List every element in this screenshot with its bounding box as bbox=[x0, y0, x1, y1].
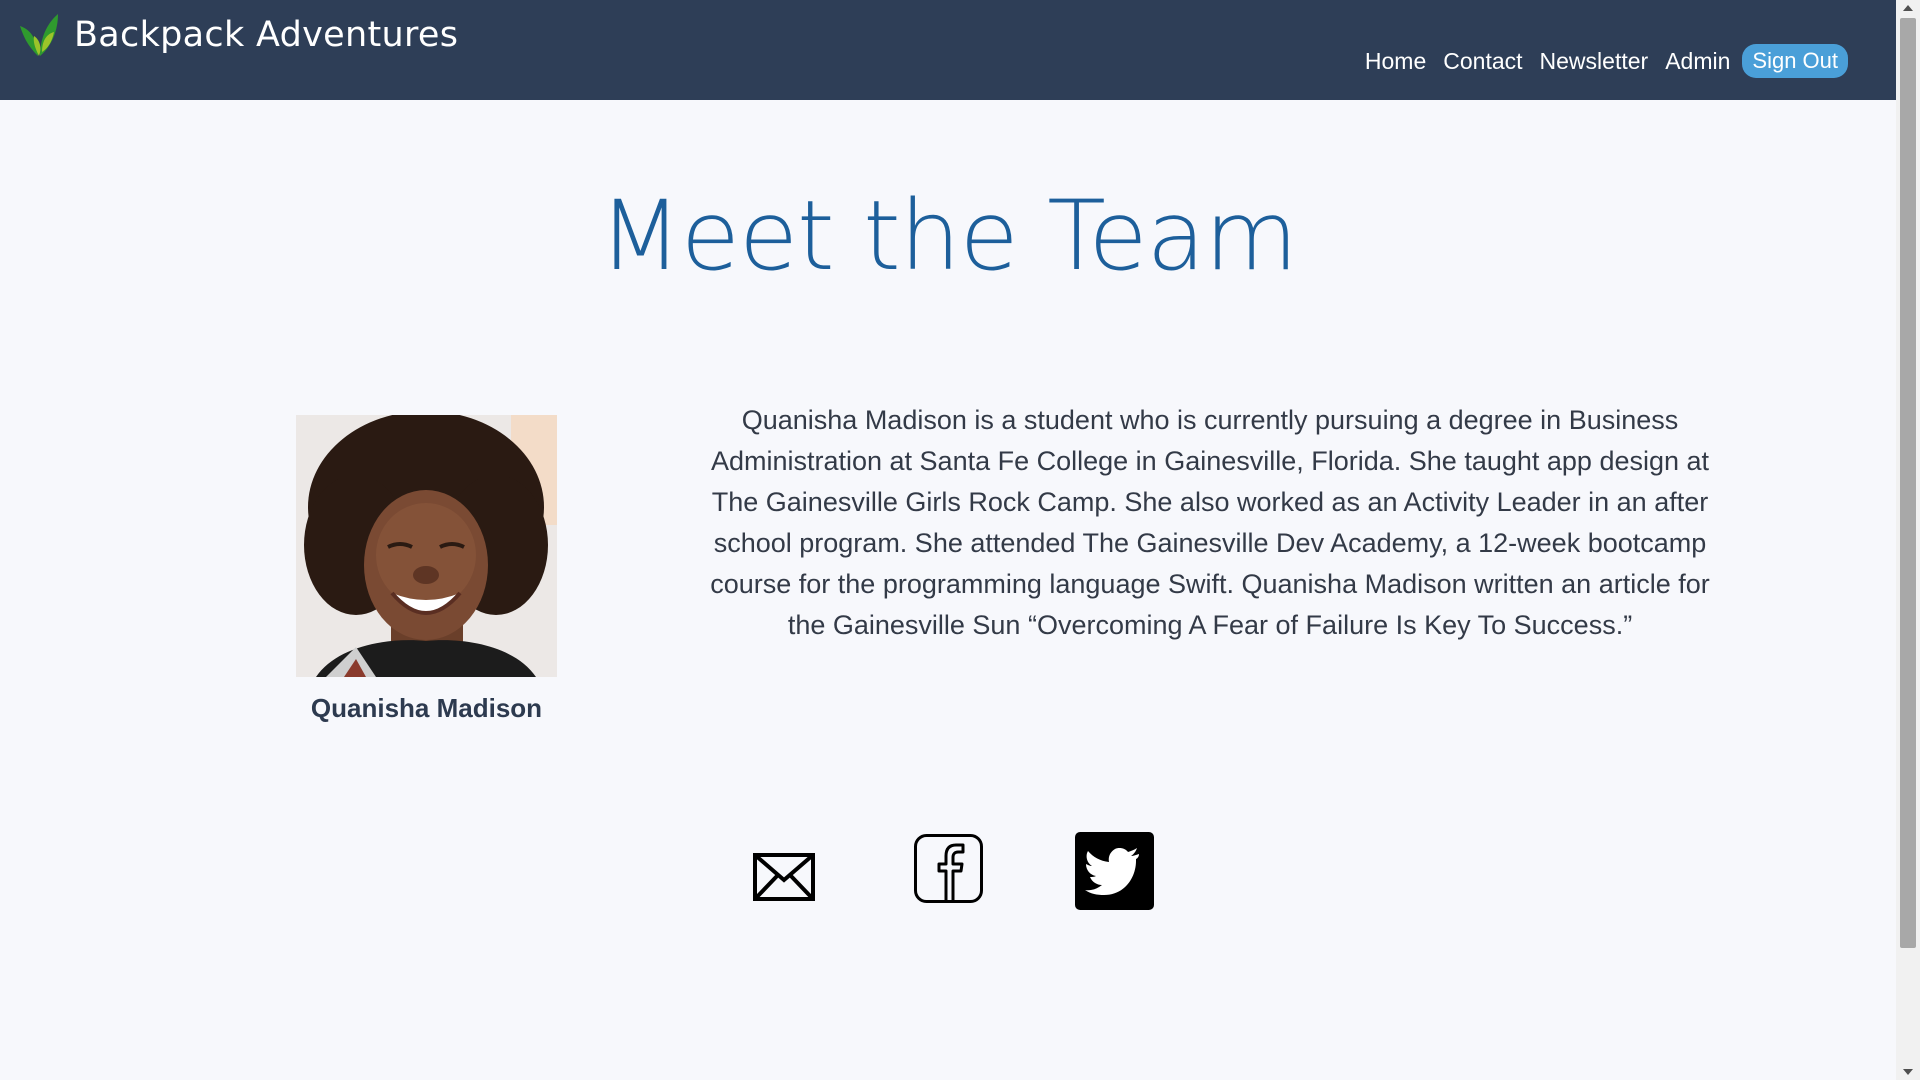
brand-link[interactable]: Backpack Adventures bbox=[18, 12, 458, 58]
email-link[interactable] bbox=[752, 852, 816, 902]
facebook-icon bbox=[914, 834, 983, 903]
member-photo bbox=[296, 415, 557, 677]
member-portrait-image bbox=[296, 415, 557, 677]
brand-name: Backpack Adventures bbox=[74, 15, 459, 55]
main-nav: Home Contact Newsletter Admin Sign Out bbox=[1348, 44, 1848, 78]
envelope-icon bbox=[753, 853, 815, 901]
page: Backpack Adventures Home Contact Newslet… bbox=[0, 0, 1920, 1080]
nav-contact-link[interactable]: Contact bbox=[1443, 44, 1522, 78]
scrollbar-thumb[interactable] bbox=[1900, 18, 1916, 948]
top-navbar: Backpack Adventures Home Contact Newslet… bbox=[0, 0, 1896, 100]
facebook-link[interactable] bbox=[913, 833, 984, 904]
scroll-up-arrow-icon[interactable] bbox=[1896, 0, 1920, 16]
social-links bbox=[0, 830, 1896, 910]
sign-out-button[interactable]: Sign Out bbox=[1742, 44, 1848, 78]
page-title: Meet the Team bbox=[599, 180, 1298, 292]
leaf-logo-icon bbox=[20, 14, 58, 56]
nav-admin-link[interactable]: Admin bbox=[1665, 44, 1730, 78]
vertical-scrollbar[interactable] bbox=[1896, 0, 1920, 1080]
nav-newsletter-link[interactable]: Newsletter bbox=[1540, 44, 1649, 78]
nav-home-link[interactable]: Home bbox=[1365, 44, 1426, 78]
scroll-down-arrow-icon[interactable] bbox=[1896, 1064, 1920, 1080]
twitter-icon bbox=[1075, 832, 1154, 910]
member-bio: Quanisha Madison is a student who is cur… bbox=[710, 405, 1710, 640]
twitter-link[interactable] bbox=[1075, 832, 1154, 910]
member-name: Quanisha Madison bbox=[310, 693, 543, 723]
